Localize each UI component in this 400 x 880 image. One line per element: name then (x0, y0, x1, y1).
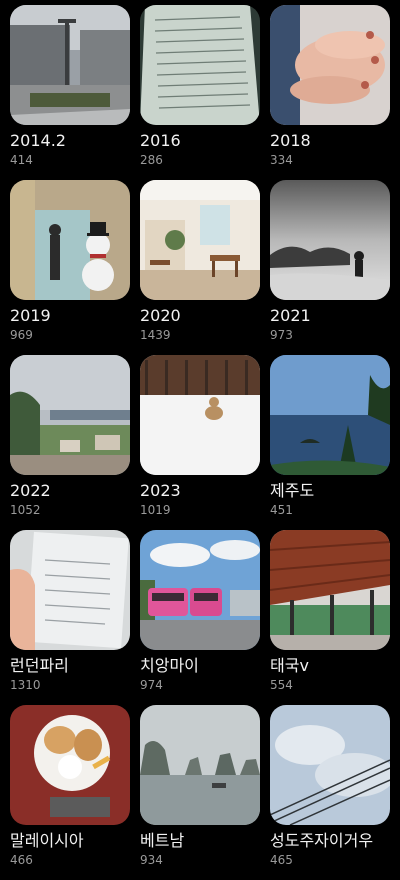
album-thumbnail[interactable] (10, 180, 130, 300)
album-count: 974 (140, 678, 163, 692)
album-title: 2019 (10, 306, 51, 325)
album-2022[interactable]: 2022 1052 (10, 355, 130, 530)
album-thumbnail[interactable] (270, 530, 390, 650)
album-thailand[interactable]: 태국v 554 (270, 530, 390, 705)
album-count: 451 (270, 503, 293, 517)
album-thumbnail[interactable] (10, 355, 130, 475)
hands-photo (270, 5, 390, 125)
album-thumbnail[interactable] (270, 180, 390, 300)
album-title: 런던파리 (10, 656, 69, 675)
building-photo (10, 5, 130, 125)
album-thumbnail[interactable] (140, 705, 260, 825)
album-grid: 2014.2 414 2016 286 2018 334 2019 969 20… (10, 5, 390, 880)
album-count: 934 (140, 853, 163, 867)
album-title: 성도주자이거우 (270, 831, 374, 850)
album-2021[interactable]: 2021 973 (270, 180, 390, 355)
album-title: 2021 (270, 306, 311, 325)
album-chiangmai[interactable]: 치앙마이 974 (140, 530, 260, 705)
snowman-photo (10, 180, 130, 300)
album-thumbnail[interactable] (270, 705, 390, 825)
album-title: 치앙마이 (140, 656, 199, 675)
album-thumbnail[interactable] (270, 355, 390, 475)
album-title: 말레이시아 (10, 831, 84, 850)
powerline-sky-photo (270, 705, 390, 825)
album-thumbnail[interactable] (10, 530, 130, 650)
album-2018[interactable]: 2018 334 (270, 5, 390, 180)
food-plate-photo (10, 705, 130, 825)
album-count: 334 (270, 153, 293, 167)
album-title: 2023 (140, 481, 181, 500)
album-thumbnail[interactable] (270, 5, 390, 125)
album-thumbnail[interactable] (10, 705, 130, 825)
album-2023[interactable]: 2023 1019 (140, 355, 260, 530)
album-thumbnail[interactable] (140, 5, 260, 125)
album-count: 1052 (10, 503, 41, 517)
album-thumbnail[interactable] (140, 355, 260, 475)
snow-dog-photo (140, 355, 260, 475)
album-title: 베트남 (140, 831, 185, 850)
album-2014-2[interactable]: 2014.2 414 (10, 5, 130, 180)
station-photo (270, 530, 390, 650)
album-jeju[interactable]: 제주도 451 (270, 355, 390, 530)
sea-rock-photo (270, 355, 390, 475)
album-london-paris[interactable]: 런던파리 1310 (10, 530, 130, 705)
album-count: 465 (270, 853, 293, 867)
album-count: 1439 (140, 328, 171, 342)
document-photo (10, 530, 130, 650)
album-thumbnail[interactable] (140, 180, 260, 300)
bay-karst-photo (140, 705, 260, 825)
album-title: 2014.2 (10, 131, 66, 150)
album-count: 466 (10, 853, 33, 867)
album-count: 414 (10, 153, 33, 167)
album-title: 2016 (140, 131, 181, 150)
album-count: 286 (140, 153, 163, 167)
album-count: 969 (10, 328, 33, 342)
pink-bus-photo (140, 530, 260, 650)
album-thumbnail[interactable] (10, 5, 130, 125)
album-count: 554 (270, 678, 293, 692)
album-title: 2020 (140, 306, 181, 325)
album-2020[interactable]: 2020 1439 (140, 180, 260, 355)
album-2019[interactable]: 2019 969 (10, 180, 130, 355)
album-count: 1310 (10, 678, 41, 692)
mountain-mist-photo (270, 180, 390, 300)
album-vietnam[interactable]: 베트남 934 (140, 705, 260, 880)
album-count: 1019 (140, 503, 171, 517)
coast-photo (10, 355, 130, 475)
album-thumbnail[interactable] (140, 530, 260, 650)
album-chengdu-jiuzhaigou[interactable]: 성도주자이거우 465 (270, 705, 390, 880)
album-title: 2022 (10, 481, 51, 500)
album-title: 제주도 (270, 481, 315, 500)
album-malaysia[interactable]: 말레이시아 466 (10, 705, 130, 880)
notebook-photo (140, 5, 260, 125)
album-title: 태국v (270, 656, 309, 675)
cafe-photo (140, 180, 260, 300)
album-2016[interactable]: 2016 286 (140, 5, 260, 180)
album-count: 973 (270, 328, 293, 342)
album-title: 2018 (270, 131, 311, 150)
